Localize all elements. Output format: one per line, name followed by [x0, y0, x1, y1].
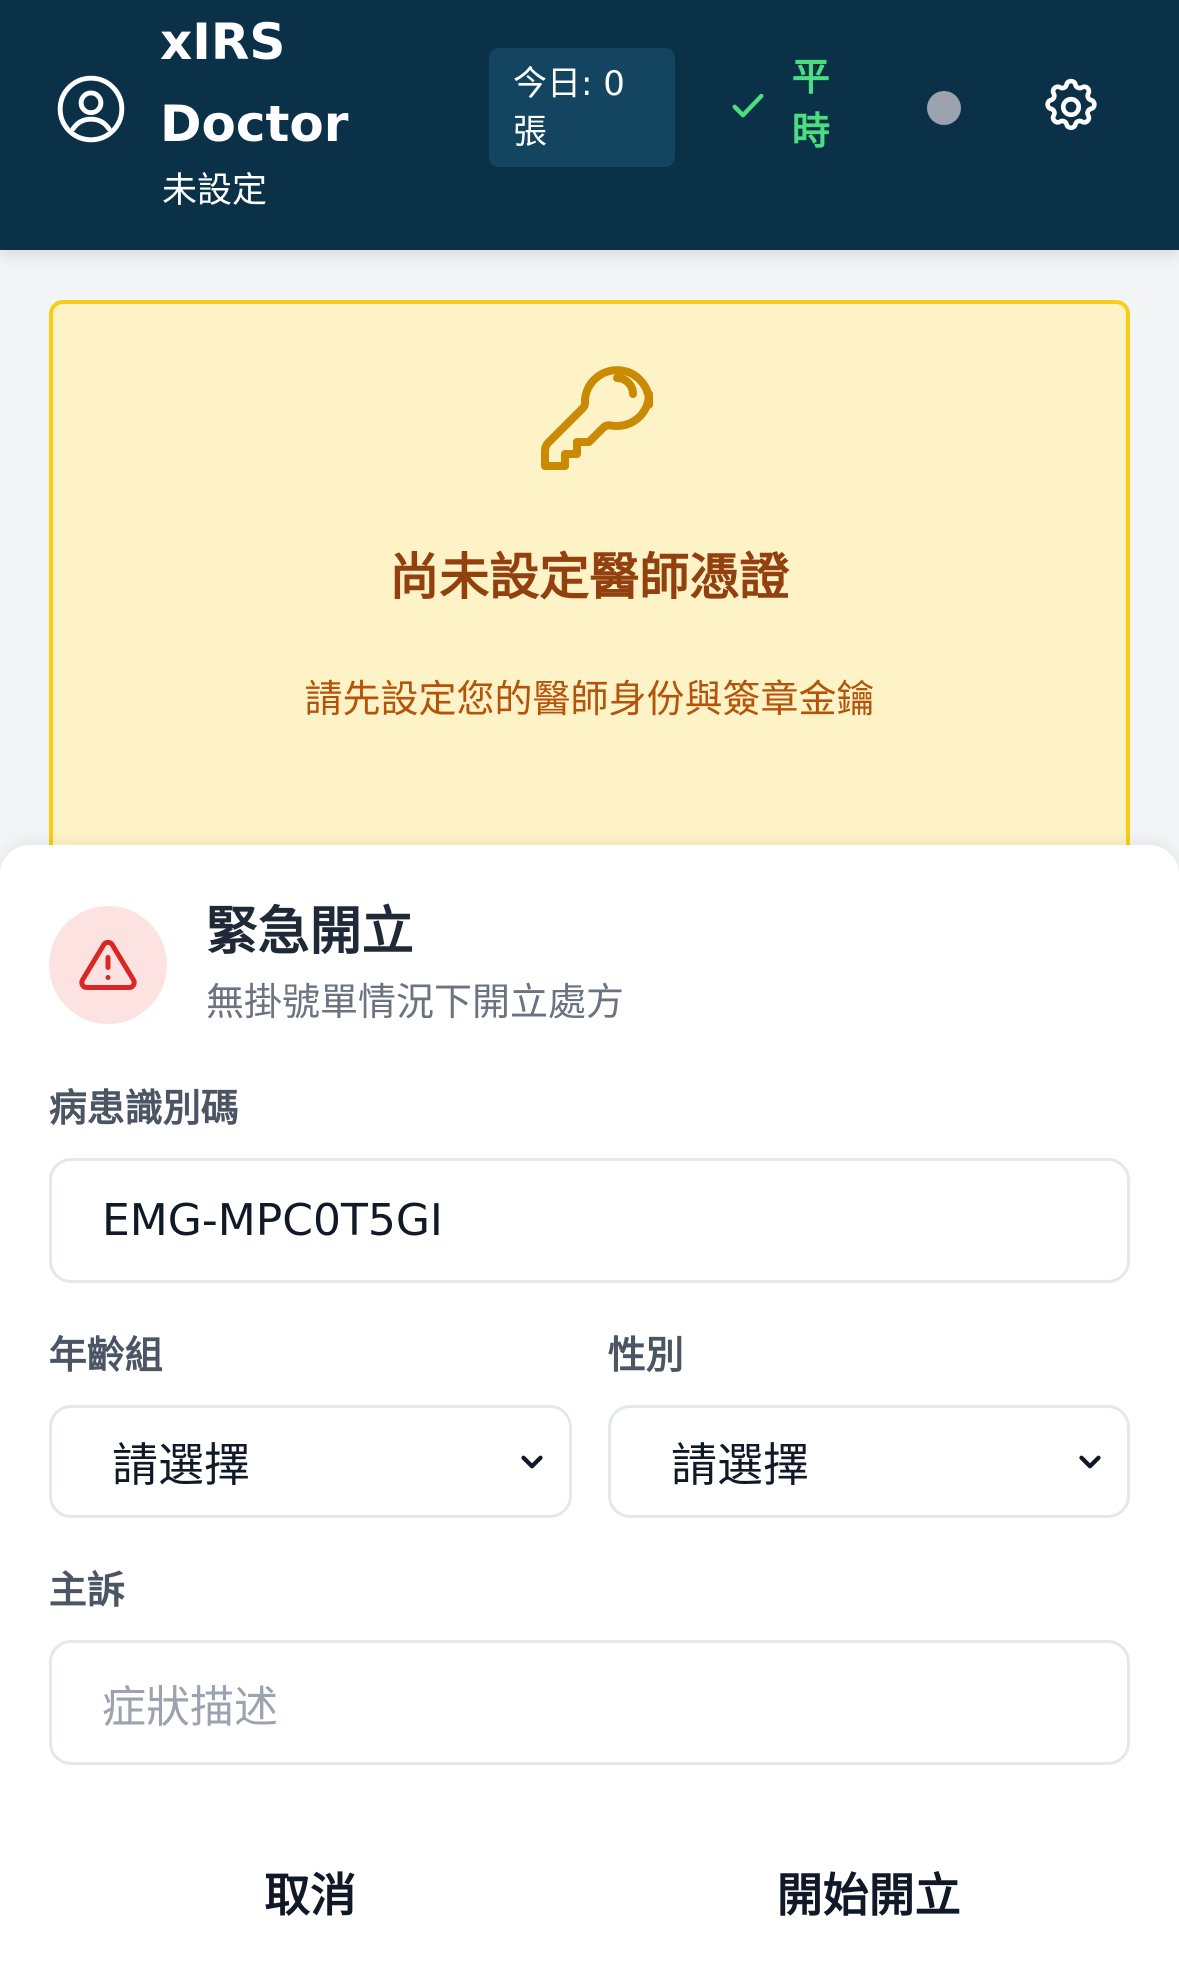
chevron-down-icon [521, 1455, 543, 1468]
chevron-down-icon [1079, 1455, 1101, 1468]
gear-icon[interactable] [1040, 76, 1102, 138]
status-dot [927, 91, 961, 125]
warning-title: 尚未設定醫師憑證 [389, 548, 790, 606]
emergency-sheet: 緊急開立 無掛號單情況下開立處方 病患識別碼 EMG-MPC0T5GI 年齡組 … [0, 845, 1179, 1980]
today-count-badge: 今日: 0 張 [489, 48, 675, 167]
alert-badge [49, 906, 167, 1024]
patient-id-value: EMG-MPC0T5GI [102, 1195, 443, 1246]
app-title: xIRS [160, 13, 286, 71]
complaint-label: 主訴 [49, 1568, 126, 1612]
user-circle-icon[interactable] [54, 72, 128, 146]
gender-label: 性別 [608, 1333, 685, 1377]
start-issue-button[interactable]: 開始開立 [608, 1865, 1130, 1925]
complaint-input[interactable]: 症狀描述 [49, 1640, 1130, 1765]
age-group-label: 年齡組 [49, 1333, 164, 1377]
key-icon [541, 366, 654, 470]
complaint-placeholder: 症狀描述 [102, 1681, 278, 1733]
cancel-button[interactable]: 取消 [49, 1865, 572, 1925]
doctor-status-label: 未設定 [162, 171, 268, 211]
patient-id-input[interactable]: EMG-MPC0T5GI [49, 1158, 1130, 1283]
check-icon [732, 93, 764, 118]
sheet-title: 緊急開立 [206, 902, 415, 962]
age-group-selected: 請選擇 [112, 1437, 250, 1492]
credential-warning-card: 尚未設定醫師憑證 請先設定您的醫師身份與簽章金鑰 [49, 300, 1130, 920]
app-title-second-line: Doctor [160, 95, 349, 153]
sheet-subtitle: 無掛號單情況下開立處方 [206, 980, 625, 1024]
alert-triangle-icon [79, 939, 137, 990]
age-group-select[interactable]: 請選擇 [49, 1405, 572, 1518]
app-header: xIRS Doctor 未設定 今日: 0 張 平時 [0, 0, 1179, 250]
patient-id-label: 病患識別碼 [49, 1086, 240, 1130]
gender-select[interactable]: 請選擇 [608, 1405, 1130, 1518]
page: xIRS Doctor 未設定 今日: 0 張 平時 尚未設定醫師憑證 請先設定… [0, 0, 1179, 1980]
warning-subtitle: 請先設定您的醫師身份與簽章金鑰 [304, 677, 875, 721]
gender-selected: 請選擇 [671, 1437, 809, 1492]
mode-label[interactable]: 平時 [792, 50, 840, 158]
